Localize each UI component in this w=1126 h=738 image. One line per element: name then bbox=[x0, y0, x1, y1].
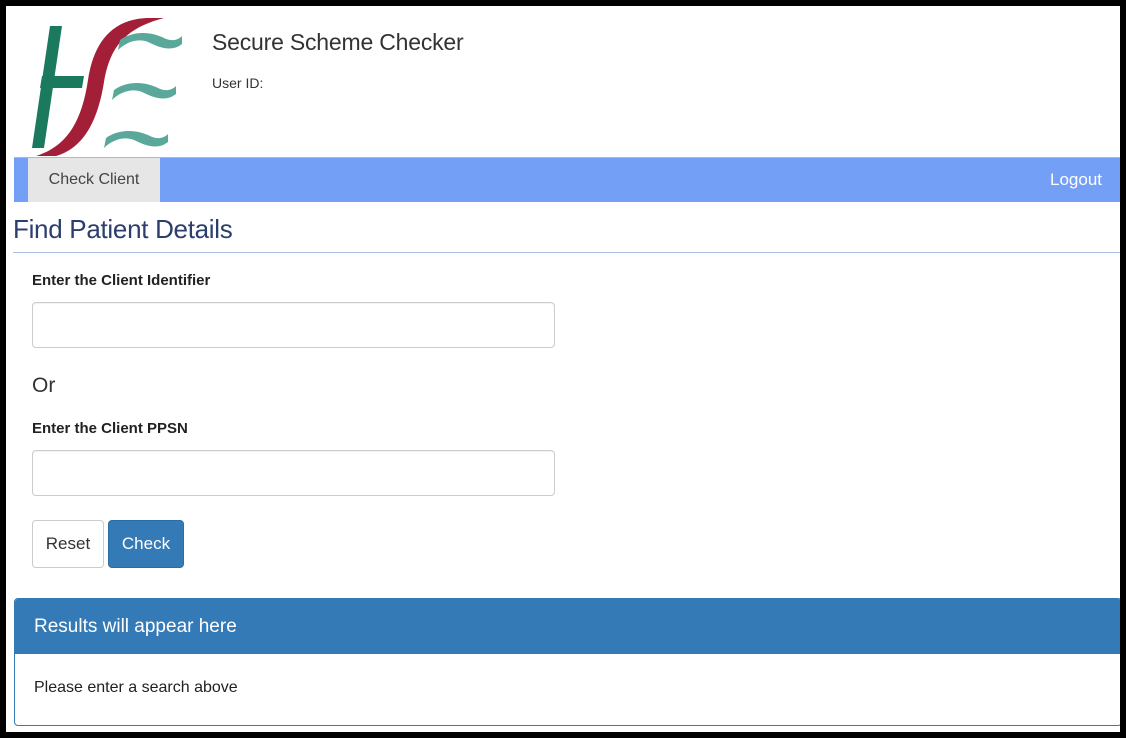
user-id-label: User ID: bbox=[212, 75, 264, 91]
results-heading: Results will appear here bbox=[15, 599, 1120, 654]
page-frame: Secure Scheme Checker User ID: Check Cli… bbox=[6, 6, 1120, 732]
client-identifier-input[interactable] bbox=[32, 302, 555, 348]
tab-check-client[interactable]: Check Client bbox=[28, 158, 160, 202]
logout-link[interactable]: Logout bbox=[1050, 158, 1102, 202]
hse-logo bbox=[22, 10, 182, 158]
reset-button[interactable]: Reset bbox=[32, 520, 104, 568]
top-navbar: Check Client Logout bbox=[14, 157, 1120, 202]
results-panel: Results will appear here Please enter a … bbox=[14, 598, 1120, 726]
client-ppsn-label: Enter the Client PPSN bbox=[32, 420, 188, 437]
app-title: Secure Scheme Checker bbox=[212, 29, 464, 55]
or-separator: Or bbox=[32, 374, 56, 397]
page-title: Find Patient Details bbox=[13, 214, 233, 244]
title-divider bbox=[13, 252, 1120, 253]
client-ppsn-input[interactable] bbox=[32, 450, 555, 496]
results-message: Please enter a search above bbox=[34, 679, 238, 696]
client-identifier-label: Enter the Client Identifier bbox=[32, 272, 211, 289]
check-button[interactable]: Check bbox=[108, 520, 184, 568]
